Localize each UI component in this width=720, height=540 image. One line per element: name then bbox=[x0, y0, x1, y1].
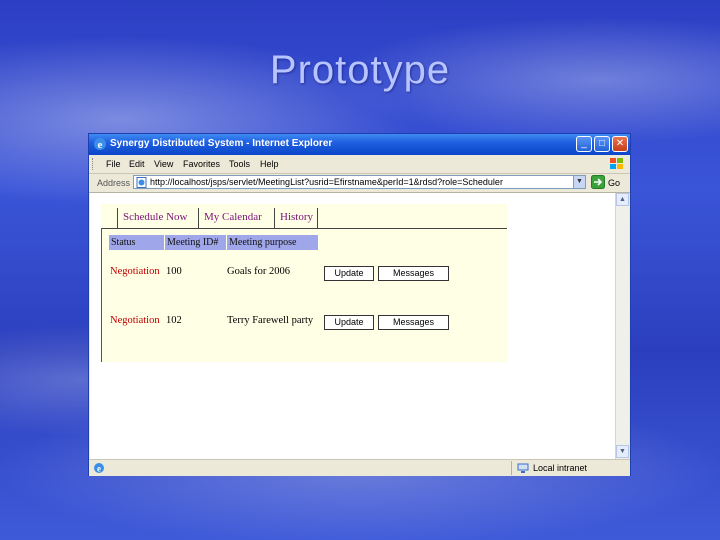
row-status: Negotiation bbox=[110, 266, 160, 277]
header-meeting-purpose: Meeting purpose bbox=[227, 235, 318, 250]
menu-bar: File Edit View Favorites Tools Help bbox=[89, 155, 630, 174]
svg-text:e: e bbox=[97, 464, 101, 474]
slide-title: Prototype bbox=[269, 48, 451, 92]
svg-text:e: e bbox=[98, 139, 103, 151]
page-icon bbox=[136, 177, 147, 188]
nav-schedule-now[interactable]: Schedule Now bbox=[117, 208, 191, 228]
internet-explorer-icon: e bbox=[94, 138, 106, 151]
status-bar: e Local intranet bbox=[89, 459, 630, 476]
row-meeting-purpose: Goals for 2006 bbox=[227, 266, 290, 277]
messages-button[interactable]: Messages bbox=[378, 315, 449, 330]
go-button[interactable]: Go bbox=[608, 178, 620, 188]
window-titlebar[interactable]: e Synergy Distributed System - Internet … bbox=[89, 134, 630, 155]
status-divider bbox=[511, 461, 512, 475]
go-arrow-icon[interactable] bbox=[591, 175, 605, 189]
page-left-rule bbox=[101, 228, 102, 362]
row-meeting-id: 100 bbox=[166, 266, 182, 277]
menu-grip bbox=[92, 158, 96, 170]
menu-view[interactable]: View bbox=[154, 159, 173, 169]
meeting-list-page: Schedule Now My Calendar History Status … bbox=[101, 204, 507, 362]
menu-help[interactable]: Help bbox=[260, 159, 279, 169]
nav-my-calendar[interactable]: My Calendar bbox=[198, 208, 267, 228]
address-dropdown-button[interactable]: ▼ bbox=[573, 175, 586, 189]
menu-favorites[interactable]: Favorites bbox=[183, 159, 220, 169]
windows-flag-icon bbox=[610, 158, 623, 169]
address-label: Address bbox=[97, 178, 131, 188]
nav-history[interactable]: History bbox=[274, 208, 318, 228]
address-bar: Address http://localhost/jsps/servlet/Me… bbox=[89, 173, 630, 193]
scroll-up-button[interactable]: ▲ bbox=[616, 193, 629, 206]
window-title: Synergy Distributed System - Internet Ex… bbox=[110, 138, 333, 149]
browser-window: e Synergy Distributed System - Internet … bbox=[88, 133, 631, 476]
security-zone-label: Local intranet bbox=[533, 463, 588, 473]
minimize-button[interactable]: _ bbox=[576, 136, 592, 152]
nav-underline bbox=[101, 228, 507, 229]
header-meeting-id: Meeting ID# bbox=[165, 235, 226, 250]
row-meeting-purpose: Terry Farewell party bbox=[227, 315, 314, 326]
update-button[interactable]: Update bbox=[324, 266, 374, 281]
row-status: Negotiation bbox=[110, 315, 160, 326]
update-button[interactable]: Update bbox=[324, 315, 374, 330]
menu-edit[interactable]: Edit bbox=[129, 159, 145, 169]
header-status: Status bbox=[109, 235, 164, 250]
browser-viewport: Schedule Now My Calendar History Status … bbox=[90, 193, 615, 459]
messages-button[interactable]: Messages bbox=[378, 266, 449, 281]
local-intranet-icon bbox=[517, 463, 529, 473]
row-meeting-id: 102 bbox=[166, 315, 182, 326]
menu-file[interactable]: File bbox=[106, 159, 121, 169]
page-status-icon: e bbox=[94, 463, 104, 474]
maximize-button[interactable]: □ bbox=[594, 136, 610, 152]
scroll-down-button[interactable]: ▼ bbox=[616, 445, 629, 458]
address-url: http://localhost/jsps/servlet/MeetingLis… bbox=[150, 177, 503, 187]
vertical-scrollbar[interactable]: ▲ ▼ bbox=[615, 193, 629, 459]
address-input[interactable]: http://localhost/jsps/servlet/MeetingLis… bbox=[133, 175, 586, 189]
menu-tools[interactable]: Tools bbox=[229, 159, 250, 169]
close-button[interactable]: ✕ bbox=[612, 136, 628, 152]
